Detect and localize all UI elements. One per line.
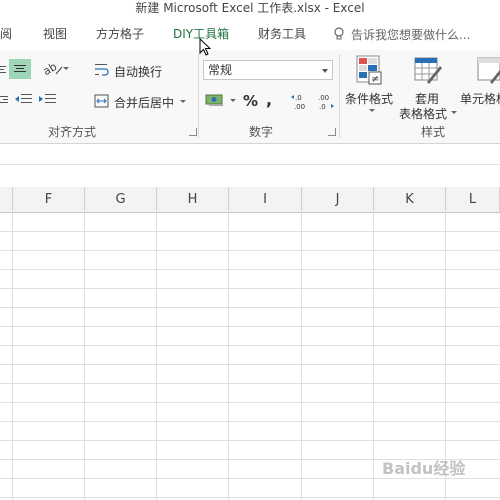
column-header-k[interactable]: K: [374, 187, 446, 212]
column-header-i[interactable]: I: [229, 187, 302, 212]
grid-row-line: [0, 364, 500, 365]
grid-row-line: [0, 402, 500, 403]
svg-text:≠: ≠: [371, 74, 379, 85]
merge-center-label: 合并后居中: [114, 96, 175, 110]
format-as-table-label-2: 表格格式: [399, 107, 448, 121]
grid-row-line: [0, 421, 500, 422]
increase-indent-button[interactable]: [38, 91, 58, 107]
increase-indent-icon: [39, 94, 56, 103]
column-header-h[interactable]: H: [157, 187, 229, 212]
grid-row-line: [0, 440, 500, 441]
decrease-decimal-icon: .00.0: [318, 94, 334, 111]
styles-group-label: 样式: [421, 125, 446, 139]
watermark: Baidu经验: [382, 459, 466, 478]
increase-decimal-button[interactable]: .0.00: [290, 91, 312, 111]
grid-column-line: [228, 212, 229, 500]
grid-column-line: [301, 212, 302, 500]
wrap-text-icon: [95, 64, 109, 76]
svg-text:ab: ab: [42, 61, 59, 77]
formula-bar[interactable]: [0, 144, 500, 165]
svg-text:.0: .0: [295, 94, 302, 102]
grid-column-line: [84, 212, 85, 500]
wrap-text-label: 自动换行: [114, 65, 163, 79]
conditional-format-label: 条件格式: [345, 92, 394, 106]
align-right-icon: [0, 96, 8, 103]
column-header-j[interactable]: J: [302, 187, 374, 212]
cell-styles-label: 单元格格: [460, 92, 500, 106]
wrap-text-button[interactable]: 自动换行: [94, 60, 174, 80]
merge-center-icon: [94, 94, 109, 108]
grid-row-line: [0, 326, 500, 327]
chevron-down-icon: [63, 67, 69, 70]
ribbon-tabs: 阅 视图 方方格子 DIY工具箱 财务工具 告诉我您想要做什么...: [0, 18, 500, 51]
align-right-button[interactable]: [0, 92, 10, 106]
column-header-f[interactable]: F: [13, 187, 85, 212]
grid-column-line: [12, 212, 13, 500]
grid-row-line: [0, 269, 500, 270]
number-format-select[interactable]: 常规: [203, 60, 333, 80]
format-as-table-icon: [414, 57, 442, 84]
grid-column-line: [156, 212, 157, 500]
grid-row-line: [0, 250, 500, 251]
group-separator: [198, 54, 199, 138]
grid-row-line: [0, 307, 500, 308]
group-separator: [339, 54, 340, 138]
conditional-format-button[interactable]: ≠ 条件格式: [343, 54, 399, 120]
column-header-g[interactable]: G: [85, 187, 157, 212]
column-header-partial[interactable]: [0, 187, 13, 212]
title-bar: 新建 Microsoft Excel 工作表.xlsx - Excel: [0, 0, 500, 18]
cell-styles-icon: [477, 57, 500, 84]
chevron-down-icon: [180, 100, 186, 103]
align-center-button[interactable]: [9, 59, 31, 79]
percent-style-button[interactable]: %: [243, 92, 258, 110]
grid-row-line: [0, 383, 500, 384]
tab-review[interactable]: 阅: [0, 26, 12, 42]
grid-column-line: [373, 212, 374, 500]
merge-center-button[interactable]: 合并后居中: [94, 91, 194, 111]
grid-row-line: [0, 497, 500, 498]
tell-me-placeholder: 告诉我您想要做什么...: [351, 28, 471, 42]
decrease-indent-icon: [15, 94, 32, 103]
sheet-top-gap: [0, 165, 500, 187]
chevron-down-icon: [451, 111, 457, 114]
number-format-value: 常规: [208, 63, 233, 77]
chevron-down-icon: [369, 109, 375, 112]
cell-styles-button[interactable]: 单元格格: [459, 54, 500, 120]
column-header-l[interactable]: L: [446, 187, 500, 212]
number-group-label: 数字: [249, 125, 274, 139]
align-left-icon: [0, 66, 6, 73]
currency-icon: [205, 94, 223, 106]
worksheet-grid[interactable]: F G H I J K L: [0, 187, 500, 500]
number-dialog-launcher[interactable]: [328, 128, 336, 136]
format-as-table-button[interactable]: 套用 表格格式: [398, 54, 458, 121]
increase-decimal-icon: .0.00: [291, 94, 305, 111]
decrease-decimal-button[interactable]: .00.0: [314, 91, 336, 111]
mouse-cursor-icon: [199, 38, 212, 56]
align-left-button[interactable]: [0, 62, 8, 76]
svg-text:.00: .00: [318, 94, 329, 102]
conditional-format-icon: ≠: [356, 55, 382, 85]
tab-view[interactable]: 视图: [43, 26, 67, 42]
grid-row-line: [0, 288, 500, 289]
alignment-dialog-launcher[interactable]: [189, 128, 197, 136]
tab-fangfang-gezi[interactable]: 方方格子: [96, 26, 144, 42]
tab-finance-tools[interactable]: 财务工具: [258, 26, 306, 42]
grid-row-line: [0, 231, 500, 232]
lightbulb-icon: [334, 27, 344, 40]
decrease-indent-button[interactable]: [14, 91, 34, 107]
svg-text:.00: .00: [294, 103, 305, 111]
grid-row-line: [0, 345, 500, 346]
chevron-down-icon: [230, 99, 236, 102]
chevron-down-icon: [322, 69, 328, 73]
alignment-group-label: 对齐方式: [48, 125, 97, 139]
svg-text:.0: .0: [319, 103, 326, 111]
align-center-icon: [14, 65, 26, 72]
ribbon: ab 自动换行 合并后居中 对齐方式 常规 % , .0.00 .00.0 数字: [0, 50, 500, 144]
column-header-row: F G H I J K L: [0, 187, 500, 213]
orientation-button[interactable]: ab: [41, 60, 70, 78]
comma-style-button[interactable]: ,: [266, 90, 272, 109]
window-title: 新建 Microsoft Excel 工作表.xlsx - Excel: [135, 1, 365, 15]
accounting-format-button[interactable]: [205, 92, 237, 110]
